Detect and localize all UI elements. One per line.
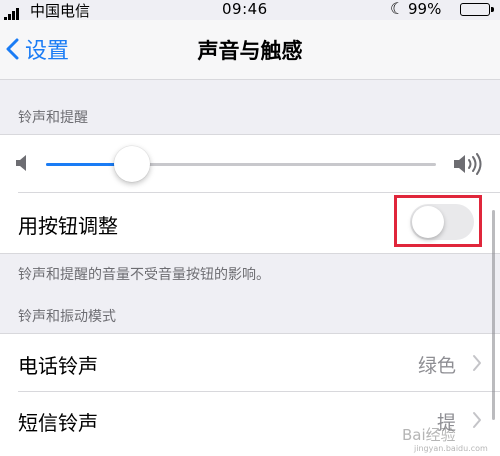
carrier-name: 中国电信 xyxy=(30,2,91,20)
status-time: 09:46 xyxy=(222,0,268,18)
change-with-buttons-label: 用按钮调整 xyxy=(18,214,118,238)
text-tone-label: 短信铃声 xyxy=(18,411,98,435)
speaker-high-icon xyxy=(454,153,482,175)
watermark-logo: Bai经验 jingyan.baidu.com xyxy=(384,418,494,454)
battery-percent: 99% xyxy=(408,0,442,18)
signal-icon xyxy=(4,3,20,21)
scroll-indicator xyxy=(492,210,495,420)
highlight-annotation xyxy=(394,195,482,247)
battery-icon xyxy=(460,3,494,16)
slider-thumb[interactable] xyxy=(113,146,150,182)
status-bar: 中国电信 09:46 ☾ 99% xyxy=(0,0,500,21)
change-with-buttons-row: 用按钮调整 xyxy=(0,192,500,254)
speaker-low-icon xyxy=(16,155,26,171)
ringer-volume-row xyxy=(0,134,500,192)
ringtone-label: 电话铃声 xyxy=(18,354,98,378)
row-divider xyxy=(0,253,500,254)
ringer-volume-slider[interactable] xyxy=(46,146,436,182)
section-header-ringer: 铃声和提醒 xyxy=(18,110,88,126)
ringer-footnote: 铃声和提醒的音量不受音量按钮的影响。 xyxy=(18,267,270,283)
moon-icon: ☾ xyxy=(390,0,405,18)
ringtone-value: 绿色 xyxy=(417,355,456,377)
page-title: 声音与触感 xyxy=(197,39,303,63)
ringtone-row[interactable]: 电话铃声 绿色 xyxy=(0,333,500,391)
watermark-url: jingyan.baidu.com xyxy=(414,444,488,453)
chevron-right-icon xyxy=(473,355,481,371)
watermark-brand: Bai经验 xyxy=(402,426,456,444)
row-divider xyxy=(18,391,500,392)
navigation-bar: 设置 声音与触感 xyxy=(0,20,500,80)
section-header-patterns: 铃声和振动模式 xyxy=(18,309,116,325)
row-divider xyxy=(18,192,500,193)
